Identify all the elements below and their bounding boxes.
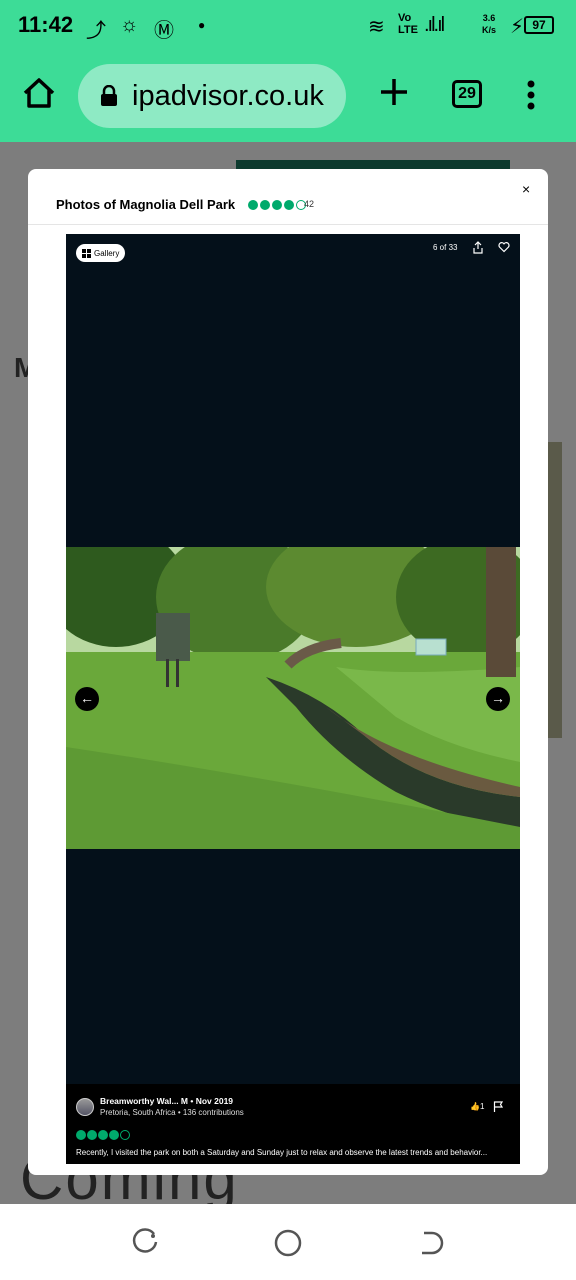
rating-bubble-filled [98,1130,108,1140]
speed-indicator: 3.6 K/s [482,13,497,35]
flag-icon[interactable] [493,1101,503,1112]
like-button[interactable]: 👍1 [470,1102,484,1111]
modal-header: Photos of Magnolia Dell Park 42 × [28,169,548,225]
home-nav-icon[interactable] [273,1228,303,1258]
photo-modal: Photos of Magnolia Dell Park 42 × Galler… [28,169,548,1175]
like-count: 1 [479,1102,485,1111]
rating-bubble-filled [76,1130,86,1140]
missed-call-icon: ⤴ [86,20,106,42]
rating-bubble-filled [248,200,258,210]
close-button[interactable]: × [522,181,530,197]
rating-bubble-empty [120,1130,130,1140]
author-location: Pretoria, South Africa • 136 contributio… [100,1108,244,1117]
next-photo-button[interactable]: → [486,687,510,711]
contributions-text: 136 contributions [182,1108,244,1117]
charging-icon: ⚡ [510,16,525,38]
park-photo [66,547,520,849]
thumbs-up-icon: 👍 [470,1102,480,1111]
gallery-button[interactable]: Gallery [76,244,126,262]
lock-icon [101,85,117,106]
system-nav-bar [0,1204,576,1280]
back-icon[interactable] [416,1228,446,1258]
battery-icon: 97 [524,16,554,34]
new-tab-icon[interactable] [378,76,410,108]
review-snippet[interactable]: Recently, I visited the park on both a S… [76,1148,516,1157]
status-bar: 11:42 ⤴ ☼ Ⓜ ● ≋ Vo LTE .ıl.ıl 3.6 K/s ⚡ 97 [0,0,576,52]
rating-bubbles [248,200,306,210]
address-bar[interactable]: ipadvisor.co.uk [78,64,346,128]
avatar[interactable] [76,1098,94,1116]
status-time: 11:42 [18,12,74,37]
grid-icon [82,248,91,258]
photo-counter: 6 of 33 [433,243,458,252]
previous-photo-button[interactable]: ← [75,687,99,711]
app-m-icon: Ⓜ [154,20,174,42]
home-icon[interactable] [22,76,56,110]
signal-icon: .ıl.ıl [424,14,445,36]
app-notification-icon: ☼ [120,14,139,36]
network-label: Vo LTE [398,12,418,36]
background-image-strip [548,442,562,738]
photo-viewer: Gallery 6 of 33 ← → Breamworthy Wal... M… [66,234,520,1164]
rating-bubble-filled [87,1130,97,1140]
rating-bubble-filled [284,200,294,210]
rating-bubble-filled [260,200,270,210]
photo-caption: Breamworthy Wal... M • Nov 2019 Pretoria… [66,1084,520,1164]
rating-bubble-filled [272,200,282,210]
wifi-icon: ≋ [368,16,385,38]
gallery-label: Gallery [94,248,120,258]
modal-title: Photos of Magnolia Dell Park [56,197,236,212]
url-text: ipadvisor.co.uk [132,79,324,112]
tab-switcher-button[interactable]: 29 [452,80,482,108]
share-icon[interactable] [472,241,484,254]
browser-toolbar: ipadvisor.co.uk 29 [0,52,576,142]
location-text: Pretoria, South Africa [100,1108,176,1117]
more-menu-icon[interactable] [526,80,536,110]
author-name[interactable]: Breamworthy Wal... M • Nov 2019 [100,1096,233,1106]
review-count: 42 [304,199,315,209]
rating-bubble-filled [109,1130,119,1140]
heart-icon[interactable] [498,241,510,253]
dot-icon: ● [198,18,206,32]
recents-icon[interactable] [130,1228,160,1258]
review-rating-bubbles [76,1130,130,1140]
